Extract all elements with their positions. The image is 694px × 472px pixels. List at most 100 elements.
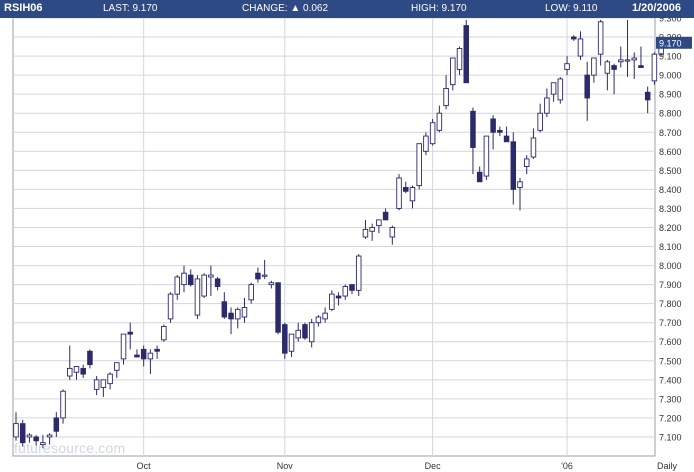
candle (201, 273, 207, 298)
x-axis-labels: Oct Nov Dec '06 Daily (137, 461, 678, 471)
x-tick-label: Daily (657, 461, 678, 471)
candle-body-up (13, 423, 19, 438)
candle-body-down (382, 211, 389, 221)
candle (241, 297, 248, 323)
candle-body-down (490, 118, 496, 133)
quote-date: 1/20/2006 (632, 2, 681, 14)
candle-body-down (53, 417, 60, 432)
candle (618, 46, 624, 68)
candle (208, 265, 214, 297)
candle (423, 132, 429, 156)
candle-body-up (618, 59, 624, 63)
candle-body-up (161, 326, 167, 341)
candle-body-up (651, 53, 658, 82)
candle (651, 52, 658, 85)
candle (429, 118, 436, 146)
candle-body-up (107, 373, 113, 385)
candle-body-down (134, 354, 140, 358)
candle-body-up (295, 329, 301, 339)
candle-body-up (483, 135, 490, 177)
candle-body-down (275, 282, 281, 333)
candle (167, 292, 174, 323)
candle-body-up (114, 362, 120, 371)
y-tick-label: 7.200 (659, 413, 682, 423)
candle-body-down (403, 187, 409, 192)
candle (248, 282, 254, 304)
candle-body-up (147, 352, 154, 360)
candle (261, 259, 268, 279)
x-tick-label: Dec (425, 461, 442, 471)
candle-body-up (235, 308, 241, 320)
candle (544, 88, 550, 118)
y-tick-label: 8.400 (659, 185, 682, 195)
candle (73, 366, 80, 380)
candle (120, 333, 127, 365)
candle-body-up (208, 274, 214, 278)
candle (591, 57, 597, 83)
candle-body-up (308, 322, 315, 343)
x-tick-label: Nov (277, 461, 294, 471)
candle (463, 19, 469, 84)
y-tick-label: 8.800 (659, 109, 682, 119)
candle (550, 82, 557, 102)
candle-body-up (241, 307, 248, 318)
y-tick-label: 7.100 (659, 432, 682, 442)
candle-body-up (537, 112, 543, 131)
candle (308, 318, 315, 348)
high-value: HIGH: 9.170 (411, 3, 467, 14)
candle-body-up (67, 367, 73, 377)
candle (362, 219, 369, 239)
candle (114, 362, 120, 378)
y-tick-label: 8.600 (659, 147, 682, 157)
candle (107, 372, 113, 390)
candle (154, 345, 160, 359)
candle (369, 223, 375, 241)
candle-body-up (174, 276, 181, 295)
candles (13, 19, 664, 449)
candle-body-up (591, 57, 597, 76)
candle-body-up (60, 390, 66, 419)
candle-body-down (221, 301, 228, 318)
y-tick-label: 9.100 (659, 52, 682, 62)
candle (214, 276, 221, 291)
candle-body-up (120, 333, 127, 360)
candle (611, 63, 617, 95)
candle (564, 56, 570, 76)
candle (436, 105, 443, 133)
candle-body-up (355, 255, 362, 291)
candle-body-up (550, 82, 557, 95)
candle (161, 324, 167, 342)
candle (376, 219, 382, 234)
candle-body-up (322, 312, 328, 320)
candle-body-up (376, 219, 382, 227)
candle (456, 46, 463, 76)
candle-body-down (80, 367, 86, 375)
candle-body-down (463, 25, 469, 84)
candle-body-up (544, 97, 550, 114)
candle-body-up (423, 135, 429, 152)
candle-body-up (409, 187, 416, 202)
candle-body-up (416, 143, 422, 187)
candle-body-up (288, 333, 295, 352)
candle-body-up (624, 59, 631, 62)
candle (87, 349, 93, 369)
candle-body-up (577, 38, 584, 57)
candle (194, 275, 201, 319)
symbol-label: RSIH06 (4, 2, 43, 14)
candle-body-up (597, 21, 604, 55)
candle (235, 307, 241, 329)
candle-body-up (631, 57, 637, 61)
candle-body-up (369, 227, 375, 232)
candle (67, 345, 73, 380)
y-tick-label: 7.700 (659, 318, 682, 328)
y-tick-label: 8.100 (659, 242, 682, 252)
candle (228, 307, 234, 335)
candle (282, 322, 288, 359)
candle-body-up (456, 48, 463, 70)
low-value: LOW: 9.110 (545, 3, 598, 14)
y-tick-label: 9.300 (659, 18, 682, 24)
candle (181, 265, 187, 293)
quote-header: RSIH06 LAST: 9.170 CHANGE: ▲ 0.062 HIGH:… (0, 0, 694, 18)
y-tick-label: 8.900 (659, 90, 682, 100)
candle (382, 208, 389, 221)
